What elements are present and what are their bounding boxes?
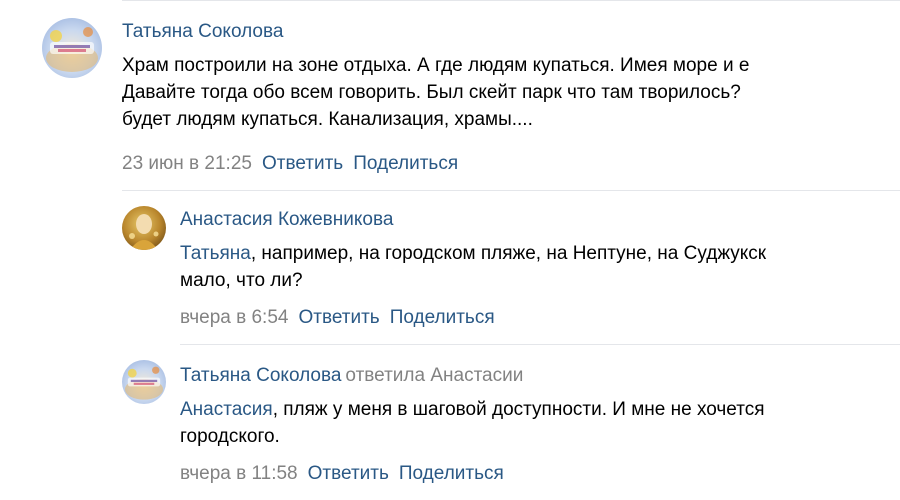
author-line: Татьяна Соколова ответила Анастасии bbox=[180, 364, 523, 388]
reply-button[interactable]: Ответить bbox=[298, 307, 379, 328]
comment-text: Анастасия, пляж у меня в шаговой доступн… bbox=[180, 396, 765, 450]
reply-note[interactable]: ответила Анастасии bbox=[345, 365, 523, 386]
gold-portrait-avatar-icon bbox=[122, 206, 166, 250]
comment-line: Храм построили на зоне отдыха. А где люд… bbox=[122, 55, 750, 76]
comment-text: Татьяна, например, на городском пляже, н… bbox=[180, 240, 766, 294]
avatar[interactable] bbox=[122, 360, 166, 404]
comment-line: мало, что ли? bbox=[180, 270, 303, 291]
comment-line: Анастасия, пляж у меня в шаговой доступн… bbox=[180, 396, 765, 423]
author-line: Татьяна Соколова bbox=[122, 20, 283, 44]
comments-thread: Татьяна Соколова Храм построили на зоне … bbox=[0, 0, 900, 500]
comment-line-rest: , например, на городском пляже, на Непту… bbox=[250, 243, 767, 264]
author-name[interactable]: Татьяна Соколова bbox=[180, 365, 341, 386]
autumn-collage-avatar-icon bbox=[122, 360, 166, 404]
comment-divider bbox=[180, 344, 900, 345]
mention-link[interactable]: Анастасия bbox=[180, 399, 273, 420]
avatar[interactable] bbox=[42, 18, 102, 78]
comment-divider bbox=[122, 190, 900, 191]
timestamp[interactable]: вчера в 6:54 bbox=[180, 307, 288, 328]
author-name[interactable]: Татьяна Соколова bbox=[122, 21, 283, 42]
author-line: Анастасия Кожевникова bbox=[180, 208, 393, 232]
comment-line: городского. bbox=[180, 426, 280, 447]
comment-line-rest: , пляж у меня в шаговой доступности. И м… bbox=[272, 399, 765, 420]
reply-button[interactable]: Ответить bbox=[262, 153, 343, 174]
comment-text: Храм построили на зоне отдыха. А где люд… bbox=[122, 52, 749, 133]
timestamp[interactable]: 23 июн в 21:25 bbox=[122, 153, 252, 174]
mention-link[interactable]: Татьяна bbox=[180, 243, 251, 264]
share-button[interactable]: Поделиться bbox=[353, 153, 458, 174]
share-button[interactable]: Поделиться bbox=[390, 307, 495, 328]
comment-line: будет людям купаться. Канализация, храмы… bbox=[122, 109, 533, 130]
comment-line: Давайте тогда обо всем говорить. Был ске… bbox=[122, 82, 741, 103]
timestamp[interactable]: вчера в 11:58 bbox=[180, 463, 298, 484]
autumn-collage-avatar-icon bbox=[42, 18, 102, 78]
comment-line: Татьяна, например, на городском пляже, н… bbox=[180, 240, 766, 267]
author-name[interactable]: Анастасия Кожевникова bbox=[180, 209, 393, 230]
top-divider bbox=[122, 0, 900, 1]
comment-meta: вчера в 11:58 Ответить Поделиться bbox=[180, 462, 504, 486]
share-button[interactable]: Поделиться bbox=[399, 463, 504, 484]
avatar[interactable] bbox=[122, 206, 166, 250]
comment-meta: вчера в 6:54 Ответить Поделиться bbox=[180, 306, 495, 330]
reply-button[interactable]: Ответить bbox=[308, 463, 389, 484]
comment-meta: 23 июн в 21:25 Ответить Поделиться bbox=[122, 152, 458, 176]
